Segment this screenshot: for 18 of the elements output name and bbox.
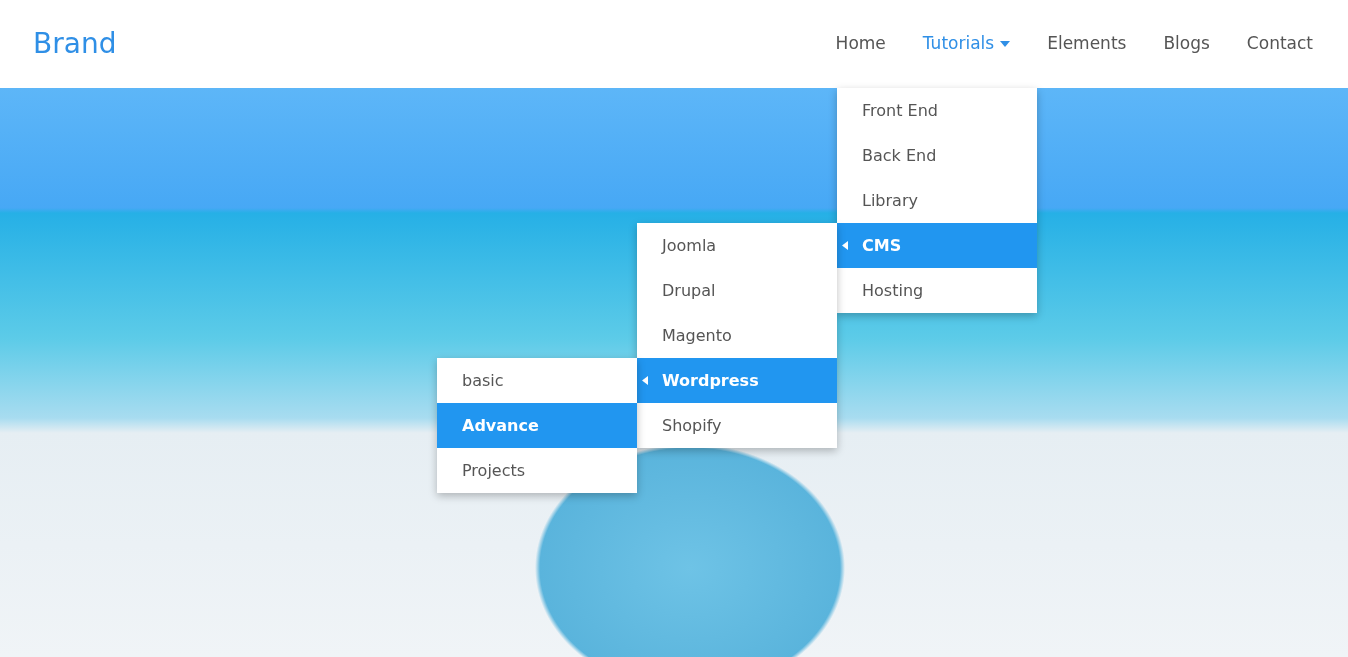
menu-item[interactable]: Front End xyxy=(837,88,1037,133)
menu-item[interactable]: Magento xyxy=(637,313,837,358)
caret-icon xyxy=(842,241,848,250)
nav-link[interactable]: Elements xyxy=(1047,31,1127,57)
nav-link[interactable]: Blogs xyxy=(1163,31,1210,57)
menu-item[interactable]: Shopify xyxy=(637,403,837,448)
caret-icon xyxy=(642,376,648,385)
menu-item[interactable]: Projects xyxy=(437,448,637,493)
nav-link[interactable]: Home xyxy=(835,31,886,57)
menu-item[interactable]: Drupal xyxy=(637,268,837,313)
caret-icon xyxy=(1000,41,1011,47)
menu-item[interactable]: Back End xyxy=(837,133,1037,178)
nav-link[interactable]: Tutorials xyxy=(922,31,1011,57)
menu-item[interactable]: Joomla xyxy=(637,223,837,268)
menu-item[interactable]: Library xyxy=(837,178,1037,223)
menu-item[interactable]: basic xyxy=(437,358,637,403)
menu-item[interactable]: Hosting xyxy=(837,268,1037,313)
nav-link[interactable]: Contact xyxy=(1246,31,1313,57)
